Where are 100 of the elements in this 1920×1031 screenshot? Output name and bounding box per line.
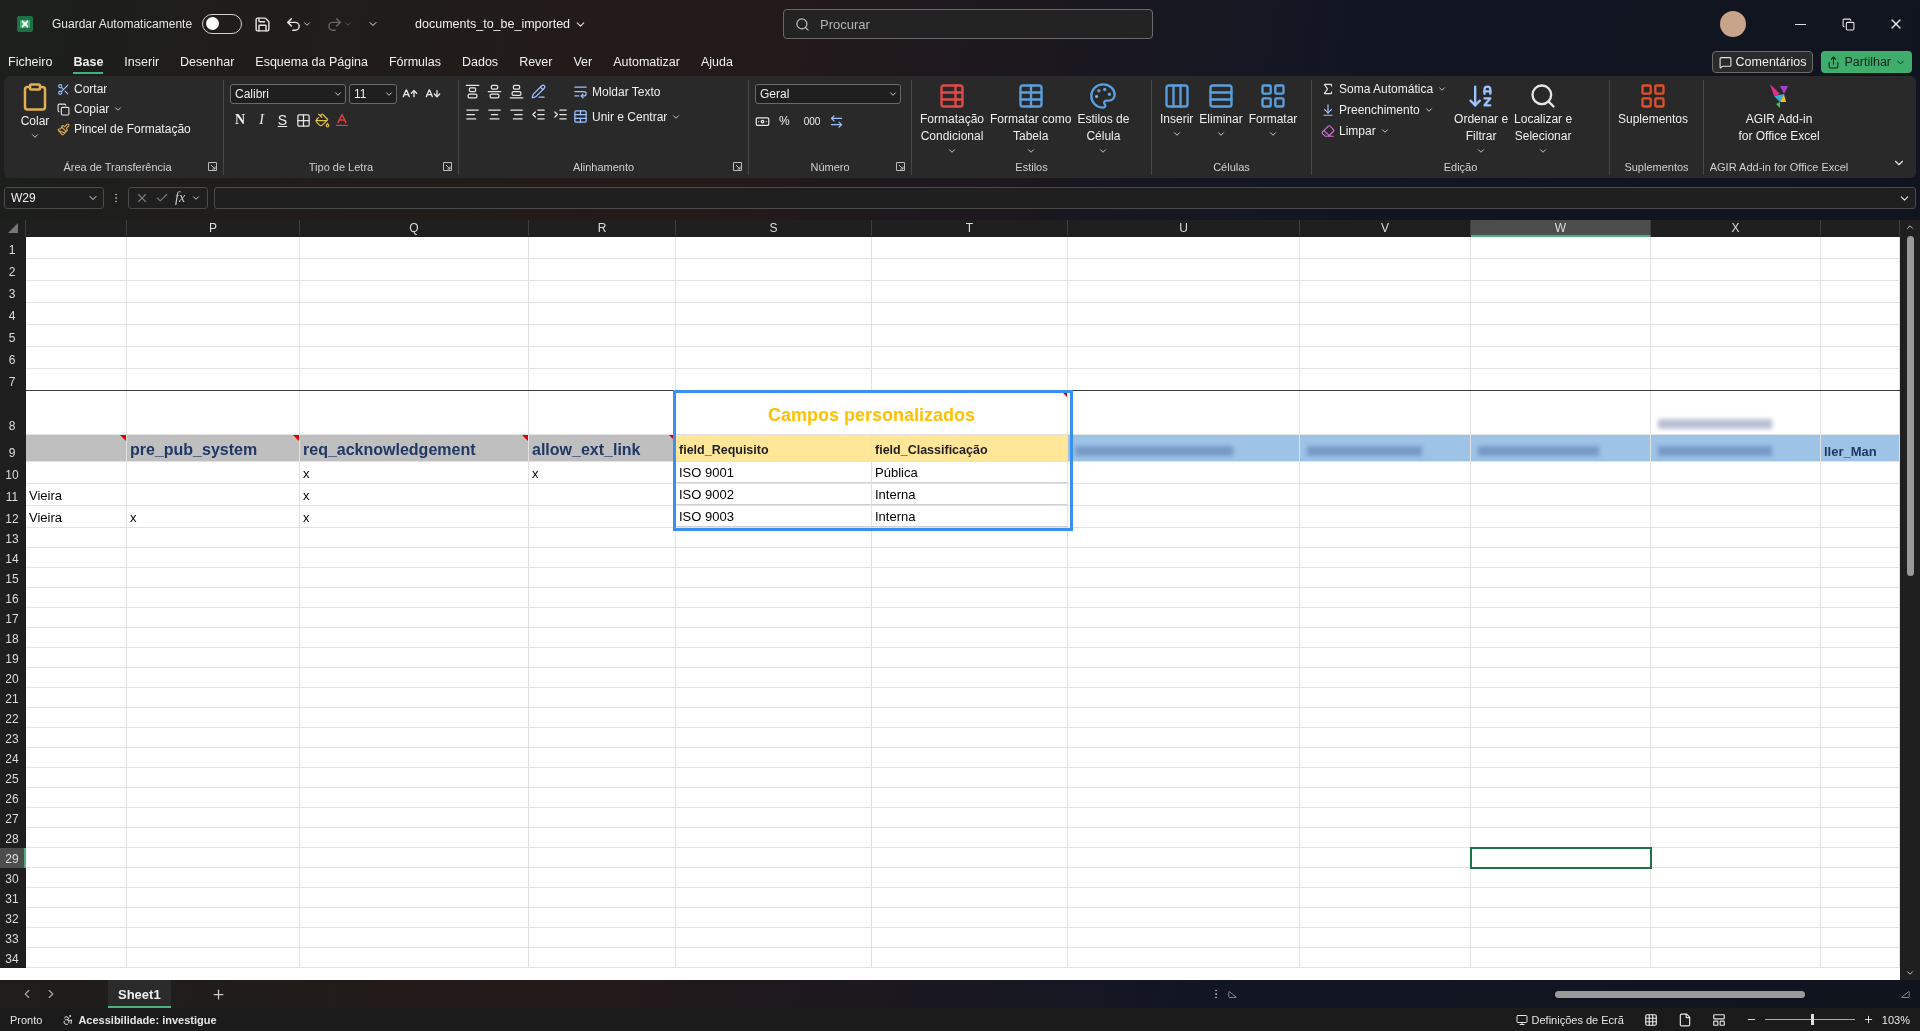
row-header[interactable]: 8 <box>0 391 26 435</box>
sort-filter-button[interactable]: Ordenar e Filtrar <box>1452 80 1511 158</box>
name-box[interactable]: W29 <box>4 187 104 209</box>
row-header[interactable]: 13 <box>0 528 26 548</box>
sheet-tab[interactable]: Sheet1 <box>108 980 171 1008</box>
row-header[interactable]: 7 <box>0 369 26 391</box>
share-icon <box>1827 55 1841 69</box>
autosum-button[interactable]: Soma Automática <box>1318 80 1451 98</box>
cut-button[interactable]: Cortar <box>54 80 194 98</box>
menu-tab[interactable]: Ajuda <box>700 50 733 74</box>
share-button[interactable]: Partilhar <box>1821 51 1912 73</box>
row-header[interactable]: 15 <box>0 568 26 588</box>
styles-button[interactable]: Formatar como Tabela <box>988 80 1074 158</box>
row-header[interactable]: 10 <box>0 462 26 484</box>
vertical-scrollbar[interactable] <box>1900 220 1920 980</box>
menu-tab[interactable]: Dados <box>462 50 499 74</box>
cells-button[interactable]: Eliminar <box>1197 80 1245 141</box>
row-header[interactable]: 33 <box>0 928 26 948</box>
dialog-launcher-icon[interactable] <box>443 162 452 171</box>
scrollbar-thumb[interactable] <box>1906 236 1914 576</box>
row-header[interactable]: 28 <box>0 828 26 848</box>
add-ins-button[interactable]: Suplementos <box>1616 80 1691 129</box>
font-name-field[interactable]: Calibri <box>230 84 346 104</box>
row-header[interactable]: 30 <box>0 868 26 888</box>
caret-icon <box>113 104 124 114</box>
find-select-button[interactable]: Localizar e Selecionar <box>1512 80 1575 158</box>
search-field[interactable]: Procurar <box>783 9 1153 39</box>
cells-button[interactable]: Inserir <box>1158 80 1196 141</box>
row-header[interactable]: 17 <box>0 608 26 628</box>
cells-button[interactable]: Formatar <box>1246 80 1300 141</box>
styles-button[interactable]: Estilos de Célula <box>1075 80 1132 158</box>
row-header[interactable]: 18 <box>0 628 26 648</box>
row-header[interactable]: 4 <box>0 303 26 325</box>
menu-tab[interactable]: Desenhar <box>180 50 235 74</box>
italic-button[interactable]: I <box>254 110 269 130</box>
row-header[interactable]: 34 <box>0 948 26 968</box>
row-header[interactable]: 3 <box>0 281 26 303</box>
menu-tab[interactable]: Fórmulas <box>388 50 441 74</box>
row-header[interactable]: 20 <box>0 668 26 688</box>
sigma-icon <box>1321 82 1335 96</box>
percent-button[interactable]: % <box>774 112 795 130</box>
row-header[interactable]: 16 <box>0 588 26 608</box>
paste-button[interactable]: Colar <box>18 80 52 143</box>
row-header[interactable]: 9 <box>0 435 26 462</box>
font-color-icon <box>334 112 351 128</box>
menu-tab[interactable]: Automatizar <box>613 50 680 74</box>
dialog-launcher-icon[interactable] <box>208 162 217 171</box>
comma-style-button[interactable]: 000 <box>798 113 826 129</box>
agir-add-in-button[interactable]: AGIR Add-in for Office Excel <box>1736 80 1822 146</box>
insert-function-button[interactable]: fx <box>175 190 186 206</box>
bold-button[interactable]: N <box>230 110 251 130</box>
menu-tab[interactable]: Base <box>73 50 104 74</box>
underline-button[interactable]: S <box>272 110 293 130</box>
menu-tab[interactable]: Esquema da Página <box>255 50 368 74</box>
file-name-button[interactable]: documents_to_be_imported <box>409 16 594 32</box>
copy-button[interactable]: Copiar <box>54 100 194 118</box>
menu-tab[interactable]: Ver <box>573 50 593 74</box>
menu-tab[interactable]: Inserir <box>124 50 160 74</box>
row-header[interactable]: 25 <box>0 768 26 788</box>
table-cell: ISO 9003 <box>679 509 734 524</box>
fill-button[interactable]: Preenchimento <box>1318 101 1451 119</box>
row-header[interactable]: 22 <box>0 708 26 728</box>
column-header[interactable]: W <box>1471 220 1651 237</box>
accessibility-status[interactable]: Acessibilidade: investigue <box>78 1013 217 1026</box>
row-header[interactable]: 5 <box>0 325 26 347</box>
row-header[interactable]: 1 <box>0 237 26 259</box>
row-header[interactable]: 26 <box>0 788 26 808</box>
styles-button[interactable]: Formatação Condicional <box>918 80 987 158</box>
dialog-launcher-icon[interactable] <box>733 162 742 171</box>
scrollbar-thumb[interactable] <box>1555 990 1805 998</box>
menu-tab[interactable]: Rever <box>519 50 553 74</box>
comments-button[interactable]: Comentários <box>1711 51 1814 73</box>
row-header[interactable]: 19 <box>0 648 26 668</box>
clear-button[interactable]: Limpar <box>1318 122 1451 140</box>
row-header[interactable]: 31 <box>0 888 26 908</box>
row-header[interactable]: 2 <box>0 259 26 281</box>
row-header[interactable]: 23 <box>0 728 26 748</box>
row-header[interactable]: 27 <box>0 808 26 828</box>
display-settings-button[interactable]: Definições de Ecrã <box>1531 1013 1624 1026</box>
number-format-field[interactable]: Geral <box>755 84 901 104</box>
row-header[interactable]: 24 <box>0 748 26 768</box>
row-header[interactable]: 12 <box>0 506 26 528</box>
menu-tab[interactable]: Ficheiro <box>8 50 53 74</box>
wrap-text-button[interactable]: Moldar Texto <box>570 82 685 101</box>
zoom-level[interactable]: 103% <box>1881 1013 1910 1026</box>
row-header[interactable]: 14 <box>0 548 26 568</box>
table-title: Campos personalizados <box>767 405 976 426</box>
row-header[interactable]: 29 <box>0 848 26 868</box>
dialog-launcher-icon[interactable] <box>896 162 905 171</box>
scroll-down-icon <box>1905 968 1915 978</box>
merge-center-button[interactable]: Unir e Centrar <box>570 107 685 126</box>
row-header[interactable]: 6 <box>0 347 26 369</box>
row-header[interactable]: 32 <box>0 908 26 928</box>
table-cell: Interna <box>875 509 916 524</box>
row-header[interactable]: 11 <box>0 484 26 506</box>
formula-input[interactable] <box>214 187 1916 209</box>
active-cell[interactable] <box>1470 847 1652 869</box>
font-size-field[interactable]: 11 <box>349 84 397 104</box>
format-painter-button[interactable]: Pincel de Formatação <box>54 120 194 138</box>
row-header[interactable]: 21 <box>0 688 26 708</box>
